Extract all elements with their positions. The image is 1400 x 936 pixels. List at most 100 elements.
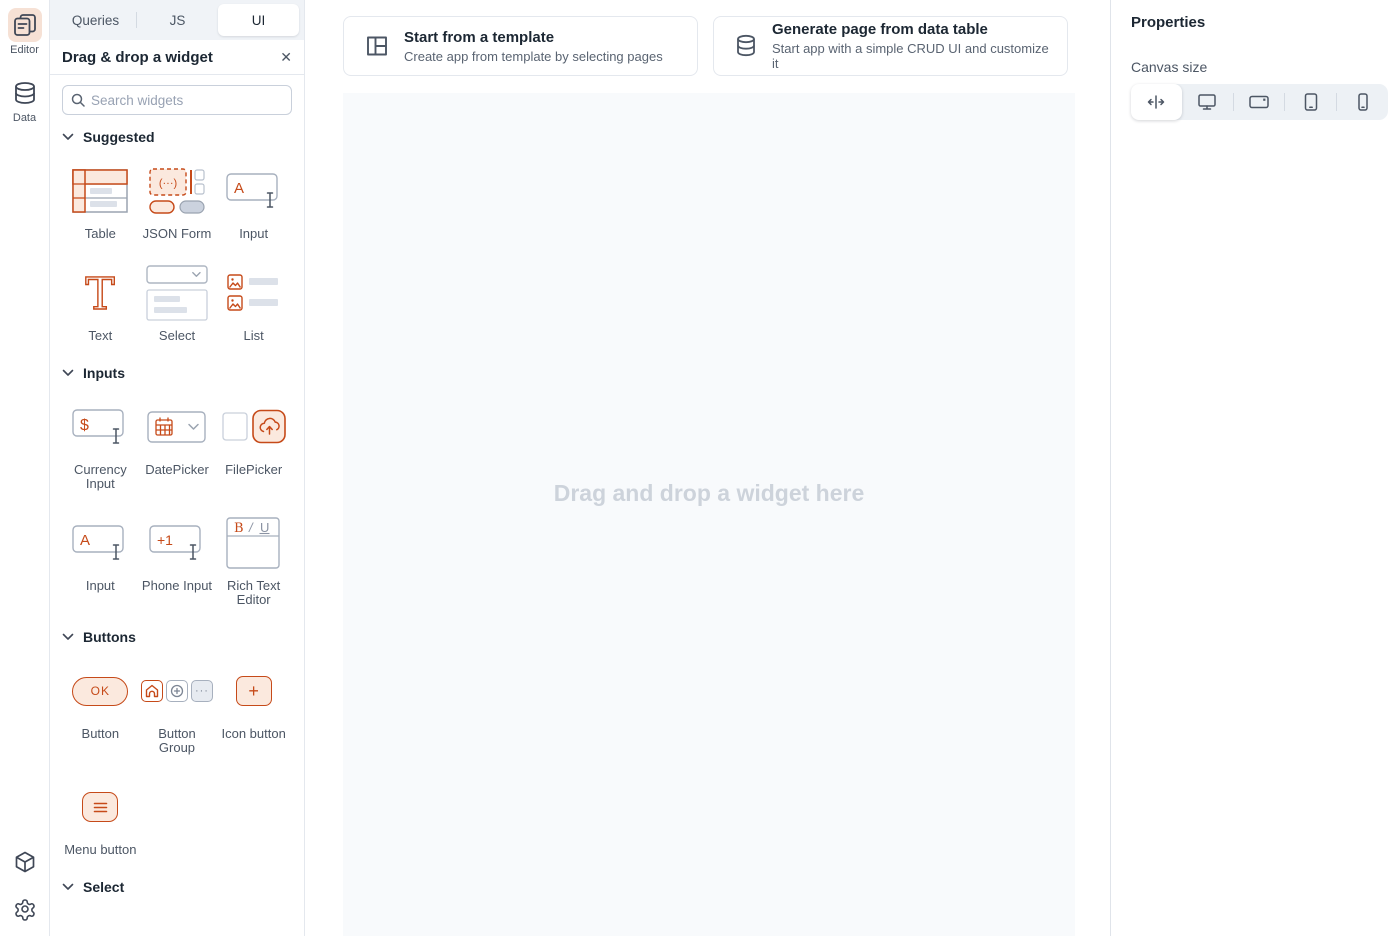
card-title: Generate page from data table (772, 21, 1053, 38)
canvas-size-mobile-button[interactable] (1337, 84, 1388, 120)
tablet-landscape-icon (1248, 93, 1270, 111)
table-widget-icon (72, 165, 128, 217)
svg-text:$: $ (80, 417, 89, 434)
icon-button-widget-icon: + (236, 665, 272, 717)
canvas-size-tablet-landscape-button[interactable] (1234, 84, 1285, 120)
tablet-icon (1300, 93, 1322, 111)
libraries-cube-icon[interactable] (13, 850, 37, 874)
section-suggested: Suggested (62, 129, 292, 343)
widget-search[interactable] (62, 85, 292, 115)
widget-card-filepicker[interactable]: FilePicker (215, 401, 292, 491)
canvas-size-segmented-control (1131, 84, 1388, 120)
widget-card-list[interactable]: List (215, 267, 292, 343)
section-buttons-header[interactable]: Buttons (62, 629, 292, 645)
buttons-grid: OK Button (62, 645, 292, 857)
database-icon (8, 76, 42, 110)
plus-icon: + (236, 676, 272, 706)
canvas-size-fluid-button[interactable] (1131, 84, 1182, 120)
list-widget-icon (227, 267, 281, 319)
widget-label: Button (82, 727, 120, 741)
widget-card-button[interactable]: OK Button (62, 665, 139, 755)
svg-text:A: A (80, 532, 90, 549)
widget-card-rich-text-editor[interactable]: B / U Rich Text Editor (215, 517, 292, 607)
widget-label: DatePicker (145, 463, 209, 477)
inputs-grid: $ Currency Input (62, 381, 292, 607)
card-text: Start from a template Create app from te… (404, 29, 663, 64)
section-select-header[interactable]: Select (62, 879, 292, 895)
svg-text:(···): (···) (159, 178, 177, 190)
tab-ui[interactable]: UI (218, 4, 299, 36)
hamburger-icon (93, 802, 108, 813)
home-icon (141, 680, 163, 702)
search-input[interactable] (91, 93, 283, 108)
currency-input-widget-icon: $ (72, 401, 128, 453)
mobile-icon (1352, 93, 1374, 111)
chevron-down-icon (62, 369, 74, 377)
rail-item-editor[interactable]: Editor (8, 8, 42, 56)
start-from-template-card[interactable]: Start from a template Create app from te… (343, 16, 698, 76)
section-title: Buttons (83, 629, 136, 645)
canvas-size-tablet-button[interactable] (1285, 84, 1336, 120)
widget-label: JSON Form (143, 227, 212, 241)
widget-card-input2[interactable]: A Input (62, 517, 139, 607)
card-subtitle: Start app with a simple CRUD UI and cust… (772, 41, 1053, 71)
settings-gear-icon[interactable] (13, 898, 37, 922)
datepicker-widget-icon (147, 401, 207, 453)
properties-title: Properties (1131, 14, 1386, 31)
widget-card-menu-button[interactable]: Menu button (62, 781, 139, 857)
canvas-size-label: Canvas size (1131, 59, 1386, 75)
menu-button-widget-icon (82, 781, 118, 833)
template-layout-icon (364, 33, 390, 59)
widget-label: Menu button (64, 843, 136, 857)
section-buttons: Buttons OK Button (62, 629, 292, 857)
close-icon[interactable]: ✕ (280, 50, 292, 64)
canvas-size-desktop-button[interactable] (1182, 84, 1233, 120)
section-suggested-header[interactable]: Suggested (62, 129, 292, 145)
widget-label: Currency Input (63, 463, 137, 491)
sidebar-tabbar: Queries JS UI (50, 0, 304, 40)
app-canvas-dropzone[interactable]: Drag and drop a widget here (343, 93, 1075, 936)
desktop-icon (1196, 93, 1218, 111)
widget-label: List (244, 329, 264, 343)
generate-from-data-card[interactable]: Generate page from data table Start app … (713, 16, 1068, 76)
plus-circle-icon (166, 680, 188, 702)
chevron-down-icon (62, 883, 74, 891)
rail-bottom-group (13, 850, 37, 936)
widget-card-table[interactable]: Table (62, 165, 139, 241)
widget-label: Input (239, 227, 268, 241)
widget-card-button-group[interactable]: ··· Button Group (139, 665, 216, 755)
rail-data-label: Data (13, 112, 36, 124)
svg-text:U: U (260, 520, 269, 535)
canvas-placeholder-text: Drag and drop a widget here (343, 480, 1075, 507)
svg-text:T: T (86, 269, 115, 317)
widget-card-icon-button[interactable]: + Icon button (215, 665, 292, 755)
widget-label: Text (88, 329, 112, 343)
widget-label: Table (85, 227, 116, 241)
widget-label: Input (86, 579, 115, 593)
widget-card-currency-input[interactable]: $ Currency Input (62, 401, 139, 491)
section-inputs: Inputs $ Currenc (62, 365, 292, 607)
text-widget-icon: T (78, 267, 122, 319)
properties-panel: Properties Canvas size (1110, 0, 1400, 936)
rail-item-data[interactable]: Data (8, 76, 42, 124)
widget-card-text[interactable]: T Text (62, 267, 139, 343)
tab-js[interactable]: JS (137, 4, 218, 36)
widget-card-select[interactable]: Select (139, 267, 216, 343)
section-inputs-header[interactable]: Inputs (62, 365, 292, 381)
widget-card-datepicker[interactable]: DatePicker (139, 401, 216, 491)
widget-sidebar: Queries JS UI Drag & drop a widget ✕ (50, 0, 305, 936)
json-form-widget-icon: (···) (149, 165, 205, 217)
svg-text:+1: +1 (157, 532, 173, 548)
rich-text-editor-widget-icon: B / U (226, 517, 282, 569)
widget-label: Button Group (140, 727, 214, 755)
widget-card-phone-input[interactable]: +1 Phone Input (139, 517, 216, 607)
search-icon (71, 93, 85, 107)
section-title: Select (83, 879, 124, 895)
rail-editor-label: Editor (10, 44, 39, 56)
svg-text:A: A (234, 180, 244, 197)
tab-queries[interactable]: Queries (55, 4, 136, 36)
starter-cards-row: Start from a template Create app from te… (343, 16, 1068, 76)
widget-card-json-form[interactable]: (···) JSON Form (139, 165, 216, 241)
main-area: Start from a template Create app from te… (305, 0, 1110, 936)
widget-card-input[interactable]: A Input (215, 165, 292, 241)
